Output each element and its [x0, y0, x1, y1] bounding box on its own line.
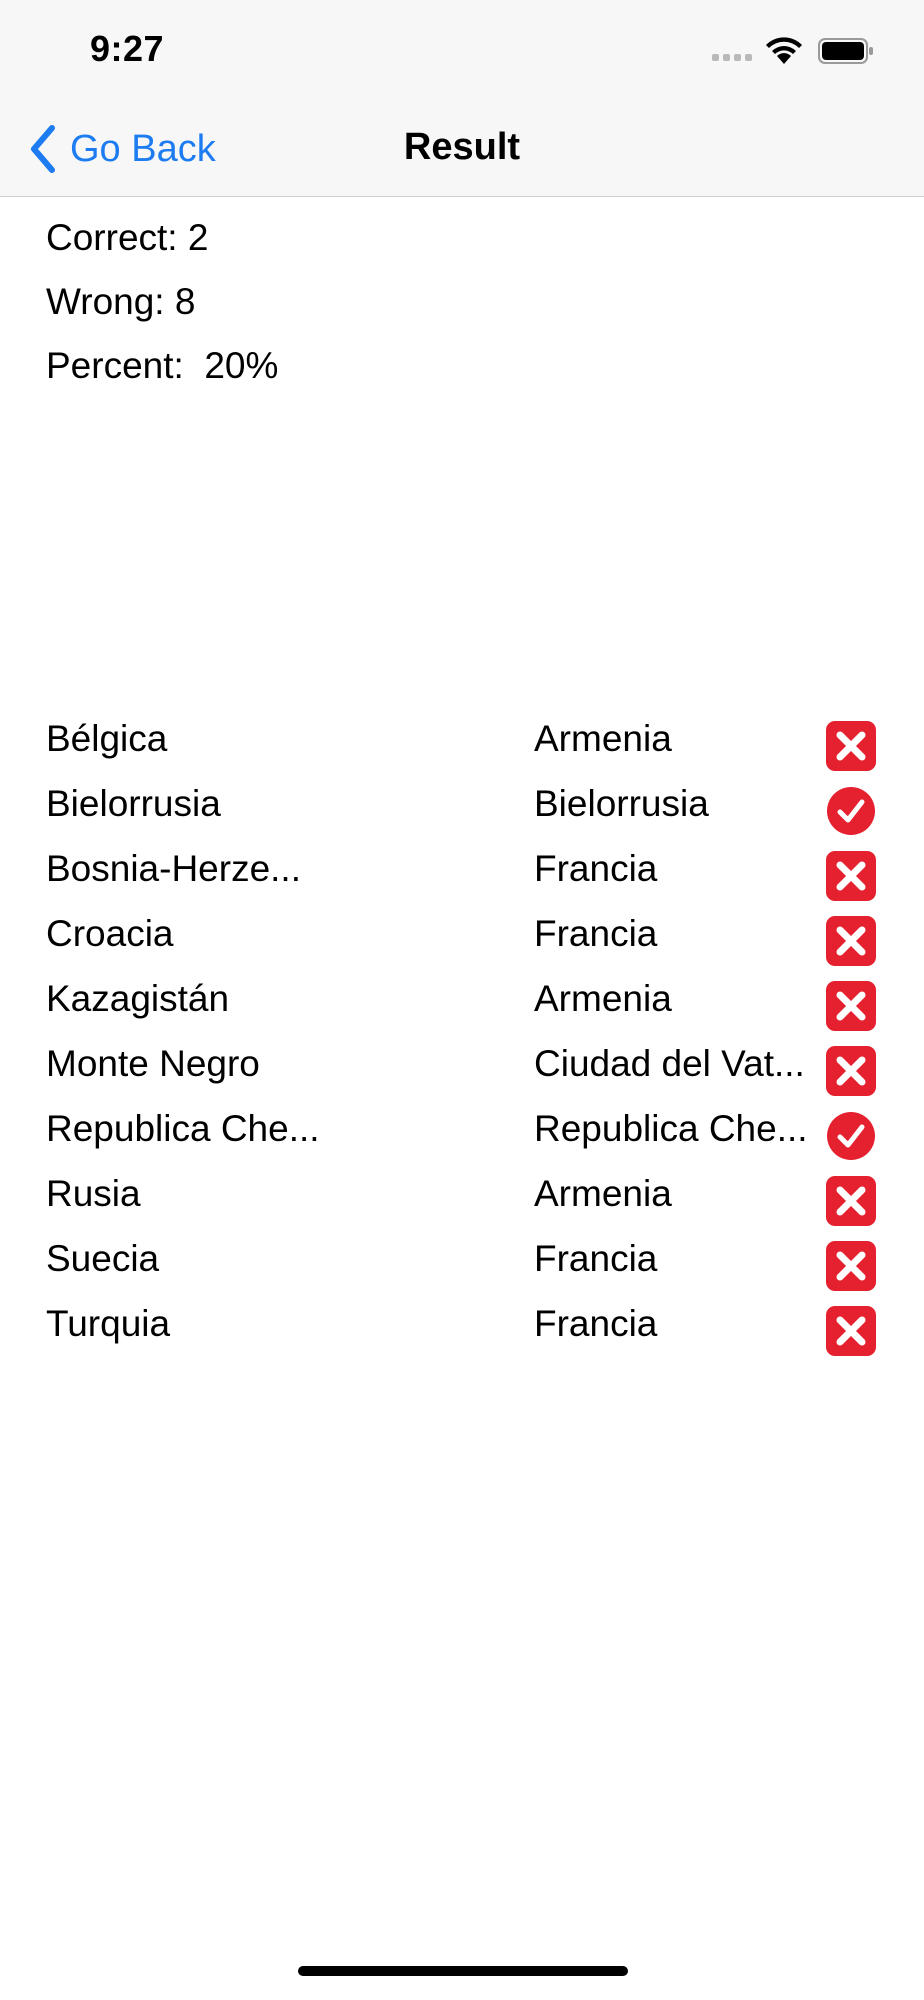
cross-mark-icon: [826, 1241, 876, 1291]
score-summary: Correct: 2 Wrong: 8 Percent: 20%: [46, 210, 278, 402]
battery-icon: [818, 38, 873, 64]
result-answer: Francia: [534, 913, 658, 954]
result-answer: Republica Che...: [534, 1108, 808, 1149]
results-list: Bélgica Armenia Bielorrusia Bielorrusia …: [0, 708, 924, 1358]
result-answer: Francia: [534, 1303, 658, 1344]
page-title: Result: [403, 126, 521, 168]
result-row: Monte Negro Ciudad del Vat...: [0, 1033, 924, 1098]
cross-mark-icon: [826, 916, 876, 966]
result-country: Bosnia-Herze...: [46, 848, 301, 889]
result-answer: Ciudad del Vat...: [534, 1043, 805, 1084]
result-country: Turquia: [46, 1303, 171, 1344]
result-row: Bélgica Armenia: [0, 708, 924, 773]
result-answer: Francia: [534, 1238, 658, 1279]
cellular-signal-icon: [712, 54, 752, 61]
percent-score: Percent: 20%: [46, 345, 279, 386]
result-country: Suecia: [46, 1238, 160, 1279]
result-country: Kazagistán: [46, 978, 230, 1019]
wifi-icon: [766, 37, 802, 64]
result-country: Croacia: [46, 913, 174, 954]
result-answer: Armenia: [534, 978, 672, 1019]
status-bar: 9:27: [0, 0, 924, 100]
check-mark-icon: [827, 787, 875, 835]
result-row: Turquia Francia: [0, 1293, 924, 1358]
result-country: Bielorrusia: [46, 783, 221, 824]
result-row: Bielorrusia Bielorrusia: [0, 773, 924, 838]
navigation-bar: Go Back Result: [0, 100, 924, 197]
cross-mark-icon: [826, 1306, 876, 1356]
result-row: Kazagistán Armenia: [0, 968, 924, 1033]
cross-mark-icon: [826, 721, 876, 771]
result-country: Bélgica: [46, 718, 168, 759]
result-row: Republica Che... Republica Che...: [0, 1098, 924, 1163]
home-indicator[interactable]: [298, 1966, 628, 1976]
result-answer: Francia: [534, 848, 658, 889]
result-answer: Armenia: [534, 1173, 672, 1214]
cross-mark-icon: [826, 1046, 876, 1096]
result-answer: Bielorrusia: [534, 783, 709, 824]
correct-count: Correct: 2: [46, 217, 209, 258]
cross-mark-icon: [826, 851, 876, 901]
wrong-count: Wrong: 8: [46, 281, 196, 322]
cross-mark-icon: [826, 981, 876, 1031]
result-country: Monte Negro: [46, 1043, 260, 1084]
check-mark-icon: [827, 1112, 875, 1160]
result-row: Croacia Francia: [0, 903, 924, 968]
cross-mark-icon: [826, 1176, 876, 1226]
result-country: Rusia: [46, 1173, 141, 1214]
result-row: Bosnia-Herze... Francia: [0, 838, 924, 903]
result-row: Suecia Francia: [0, 1228, 924, 1293]
status-time: 9:27: [90, 28, 165, 69]
result-country: Republica Che...: [46, 1108, 320, 1149]
result-row: Rusia Armenia: [0, 1163, 924, 1228]
result-answer: Armenia: [534, 718, 672, 759]
